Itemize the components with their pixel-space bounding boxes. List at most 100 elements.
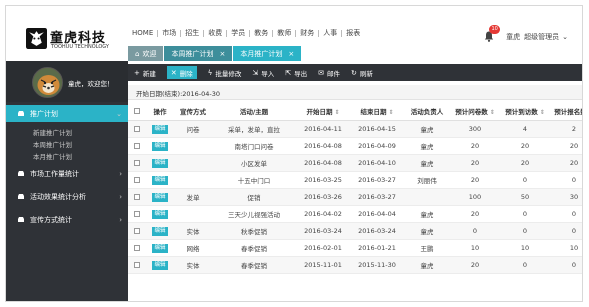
close-icon: ✕ <box>170 68 177 77</box>
top-nav-item[interactable]: 教务 <box>250 28 272 38</box>
column-header[interactable]: 活动/主题 <box>212 102 296 121</box>
table-row[interactable]: 编辑 问卷 采单，发单，直拉 2016-04-11 2016-04-15 童虎 300 4 2 <box>128 120 582 138</box>
select-all-checkbox[interactable] <box>128 102 146 121</box>
avatar[interactable] <box>32 67 63 98</box>
column-header-label: 预计到访数 <box>505 107 538 116</box>
column-header-sortable[interactable]: 预计问卷数 ⇕ <box>450 102 500 121</box>
user-role[interactable]: 超级管理员 <box>524 32 559 42</box>
table-row[interactable]: 编辑 实体 秋季促销 2016-03-24 2016-03-24 童虎 0 0 0 <box>128 222 582 240</box>
top-nav-item[interactable]: 招生 <box>181 28 203 38</box>
table-cell <box>174 205 212 223</box>
edit-button[interactable]: 编辑 <box>152 192 168 202</box>
top-nav-item[interactable]: 财务 <box>296 28 318 38</box>
table-row[interactable]: 编辑 南塔门口问卷 2016-04-08 2016-04-09 童虎 20 20 20 <box>128 137 582 155</box>
row-checkbox[interactable] <box>128 154 146 172</box>
column-header: 操作 <box>146 102 174 121</box>
table-cell: 10 <box>500 239 550 257</box>
top-nav-item[interactable]: 报表 <box>342 28 364 38</box>
top-nav-item[interactable]: 学员 <box>227 28 249 38</box>
refresh-button[interactable]: ↻ 刷新 <box>351 66 373 79</box>
sidebar-subitem-weekly-plan[interactable]: 本周推广计划 <box>33 139 72 149</box>
row-checkbox[interactable] <box>128 171 146 189</box>
edit-button[interactable]: 编辑 <box>152 141 168 151</box>
sidebar-item-promo-method-stats[interactable]: 宣传方式统计 › <box>6 211 128 228</box>
edit-button[interactable]: 编辑 <box>152 124 168 134</box>
table-row[interactable]: 编辑 小区发单 2016-04-08 2016-04-10 童虎 20 20 20 <box>128 154 582 172</box>
edit-button[interactable]: 编辑 <box>152 243 168 253</box>
sort-icon[interactable]: ⇕ <box>490 109 495 116</box>
sidebar-subitem-new-plan[interactable]: 新建推广计划 <box>33 127 72 137</box>
top-nav-item[interactable]: 人事 <box>319 28 341 38</box>
table-cell <box>404 188 450 206</box>
table-cell: 春季促销 <box>212 256 296 274</box>
top-nav-item[interactable]: HOME <box>128 29 157 37</box>
close-icon[interactable]: × <box>219 50 225 58</box>
edit-button[interactable]: 编辑 <box>152 175 168 185</box>
table-cell: 0 <box>450 222 500 240</box>
table-cell: 20 <box>550 154 582 172</box>
table-row[interactable]: 编辑 实体 春季促销 2015-11-01 2015-11-30 童虎 20 0 0 <box>128 256 582 274</box>
edit-button[interactable]: 编辑 <box>152 158 168 168</box>
table-cell: 2016-03-24 <box>296 222 350 240</box>
column-header[interactable]: 宣传方式 <box>174 102 212 121</box>
table-cell: 童虎 <box>404 256 450 274</box>
logo-area: 童虎科技 TOOHUU TECHNOLOGY <box>6 6 126 61</box>
top-nav-item[interactable]: 市场 <box>158 28 180 38</box>
new-button[interactable]: + 新建 <box>134 66 156 79</box>
sidebar-item-market-workload[interactable]: 市场工作量统计 › <box>6 165 128 182</box>
app-window: 童虎科技 TOOHUU TECHNOLOGY HOME 市场 招生 收费 学员 教务 教师财… <box>5 5 583 302</box>
table-row[interactable]: 编辑 三天少儿视强活动 2016-04-02 2016-04-04 童虎 20 0 0 <box>128 205 582 223</box>
table-cell: 0 <box>550 256 582 274</box>
date-filter[interactable]: 开始日期(结束):2016-04-30 <box>136 88 220 98</box>
sidebar-item-activity-analysis[interactable]: 活动效果统计分析 › <box>6 188 128 205</box>
table-row[interactable]: 编辑 十五中门口 2016-03-25 2016-03-27 刘丽伟 20 0 0 <box>128 171 582 189</box>
tab-label: 本周推广计划 <box>171 49 214 58</box>
column-header-sortable[interactable]: 预计到访数 ⇕ <box>500 102 550 121</box>
row-checkbox[interactable] <box>128 120 146 138</box>
table-row[interactable]: 编辑 发单 促销 2016-03-26 2016-03-27 100 50 30 <box>128 188 582 206</box>
sort-icon[interactable]: ⇕ <box>334 109 339 116</box>
row-checkbox[interactable] <box>128 188 146 206</box>
row-checkbox[interactable] <box>128 137 146 155</box>
tab-welcome[interactable]: ⌂ 欢迎 <box>128 46 164 61</box>
table-cell: 童虎 <box>404 154 450 172</box>
row-checkbox[interactable] <box>128 256 146 274</box>
table-cell <box>174 137 212 155</box>
edit-button[interactable]: 编辑 <box>152 260 168 270</box>
table-cell: 2016-02-01 <box>296 239 350 257</box>
top-nav-item[interactable]: 教师 <box>273 28 295 38</box>
table-cell: 2016-03-24 <box>350 222 404 240</box>
export-button[interactable]: ⇱ 导出 <box>285 66 307 79</box>
top-nav-item[interactable]: 收费 <box>204 28 226 38</box>
import-label: 导入 <box>261 69 275 78</box>
column-header-sortable[interactable]: 预计报名数⇕ <box>550 102 582 121</box>
row-checkbox[interactable] <box>128 222 146 240</box>
column-header-sortable[interactable]: 开始日期 ⇕ <box>296 102 350 121</box>
table-row[interactable]: 编辑 网络 春季促销 2016-02-01 2016-01-21 王鹏 10 10 10 <box>128 239 582 257</box>
row-checkbox[interactable] <box>128 205 146 223</box>
column-header-sortable[interactable]: 结束日期 ⇕ <box>350 102 404 121</box>
batch-edit-button[interactable]: ϟ 批量修改 <box>208 66 242 79</box>
table-cell: 0 <box>500 256 550 274</box>
tab-monthly-plan[interactable]: 本月推广计划 × <box>233 46 302 61</box>
edit-button[interactable]: 编辑 <box>152 209 168 219</box>
tab-weekly-plan[interactable]: 本周推广计划 × <box>164 46 233 61</box>
close-icon[interactable]: × <box>288 50 294 58</box>
column-header[interactable]: 活动负责人 <box>404 102 450 121</box>
brand-subtitle: TOOHUU TECHNOLOGY <box>51 44 109 50</box>
mail-button[interactable]: ✉ 邮件 <box>318 66 340 79</box>
user-name[interactable]: 童虎 <box>506 32 520 42</box>
sort-icon[interactable]: ⇕ <box>388 109 393 116</box>
notification-bell-icon[interactable]: 10 <box>484 25 501 43</box>
sidebar-subitem-monthly-plan[interactable]: 本月推广计划 <box>33 151 72 161</box>
chevron-down-icon[interactable]: ⌄ <box>562 33 568 41</box>
sidebar-item-promotion-plan[interactable]: 推广计划 ⌄ <box>6 105 128 122</box>
drive-icon <box>18 194 24 199</box>
table-cell <box>174 154 212 172</box>
edit-button[interactable]: 编辑 <box>152 226 168 236</box>
delete-button[interactable]: ✕ 删除 <box>166 66 197 79</box>
tab-bar: ⌂ 欢迎 本周推广计划 × 本月推广计划 × <box>128 46 302 61</box>
row-checkbox[interactable] <box>128 239 146 257</box>
import-button[interactable]: ⇲ 导入 <box>252 66 274 79</box>
sort-icon[interactable]: ⇕ <box>540 109 545 116</box>
